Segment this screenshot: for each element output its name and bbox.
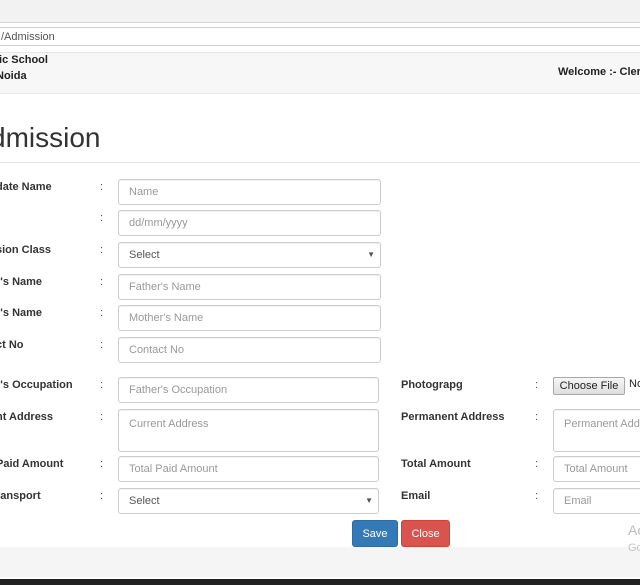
colon: :	[100, 379, 104, 391]
colon: :	[535, 458, 539, 470]
admission-class-select[interactable]: Select ▼	[118, 242, 381, 268]
transport-select[interactable]: Select ▼	[118, 488, 379, 514]
admission-class-value: Select	[129, 249, 160, 261]
colon: :	[535, 411, 539, 423]
total-amount-label: Total Amount	[401, 458, 471, 470]
colon: :	[100, 339, 104, 351]
close-button[interactable]: Close	[401, 520, 450, 547]
welcome-text: Welcome :- Cler	[558, 66, 640, 78]
page-title: dmission	[0, 122, 101, 153]
candidate-name-label: date Name	[0, 181, 52, 193]
title-divider	[0, 162, 640, 163]
mother-name-input[interactable]: Mother's Name	[118, 305, 381, 331]
transport-label: ransport	[0, 490, 41, 502]
save-button[interactable]: Save	[352, 520, 398, 547]
colon: :	[100, 458, 104, 470]
colon: :	[100, 181, 104, 193]
paid-amount-input[interactable]: Total Paid Amount	[118, 456, 379, 482]
site-header	[0, 52, 640, 94]
mother-name-label: r's Name	[0, 307, 43, 319]
current-address-textarea[interactable]: Current Address	[118, 409, 379, 452]
browser-toolbar	[0, 0, 640, 23]
taskbar-edge	[0, 579, 640, 585]
colon: :	[535, 490, 539, 502]
colon: :	[100, 212, 104, 224]
current-address-label: nt Address	[0, 411, 54, 423]
paid-amount-label: Paid Amount	[0, 458, 64, 470]
contact-no-input[interactable]: Contact No	[118, 337, 381, 363]
permanent-address-label: Permanent Address	[401, 411, 505, 423]
colon: :	[100, 490, 104, 502]
activation-watermark-sub: Go	[628, 542, 640, 554]
dob-input[interactable]: dd/mm/yyyy	[118, 210, 381, 236]
colon: :	[100, 307, 104, 319]
caret-down-icon: ▼	[365, 496, 373, 505]
email-label: Email	[401, 490, 431, 502]
total-amount-input[interactable]: Total Amount	[553, 456, 640, 482]
father-occupation-input[interactable]: Father's Occupation	[118, 377, 379, 403]
form-footer	[0, 547, 640, 577]
colon: :	[535, 379, 539, 391]
school-location: Noida	[0, 70, 27, 82]
admission-class-label: sion Class	[0, 244, 52, 256]
father-name-input[interactable]: Father's Name	[118, 274, 381, 300]
transport-value: Select	[129, 495, 160, 507]
caret-down-icon: ▼	[367, 250, 375, 259]
colon: :	[100, 411, 104, 423]
choose-file-button[interactable]: Choose File	[553, 377, 625, 395]
colon: :	[100, 276, 104, 288]
file-status: No	[629, 378, 640, 390]
candidate-name-input[interactable]: Name	[118, 179, 381, 205]
address-bar[interactable]: /Admission	[0, 27, 640, 46]
contact-no-label: ct No	[0, 339, 24, 351]
activation-watermark: Ac	[628, 522, 640, 538]
permanent-address-textarea[interactable]: Permanent Addr	[553, 409, 640, 452]
school-name: lic School	[0, 54, 48, 66]
father-name-label: r's Name	[0, 276, 43, 288]
photograph-label: Photograpg	[401, 379, 463, 391]
colon: :	[100, 244, 104, 256]
email-input[interactable]: Email	[553, 488, 640, 514]
father-occupation-label: r's Occupation	[0, 379, 73, 391]
